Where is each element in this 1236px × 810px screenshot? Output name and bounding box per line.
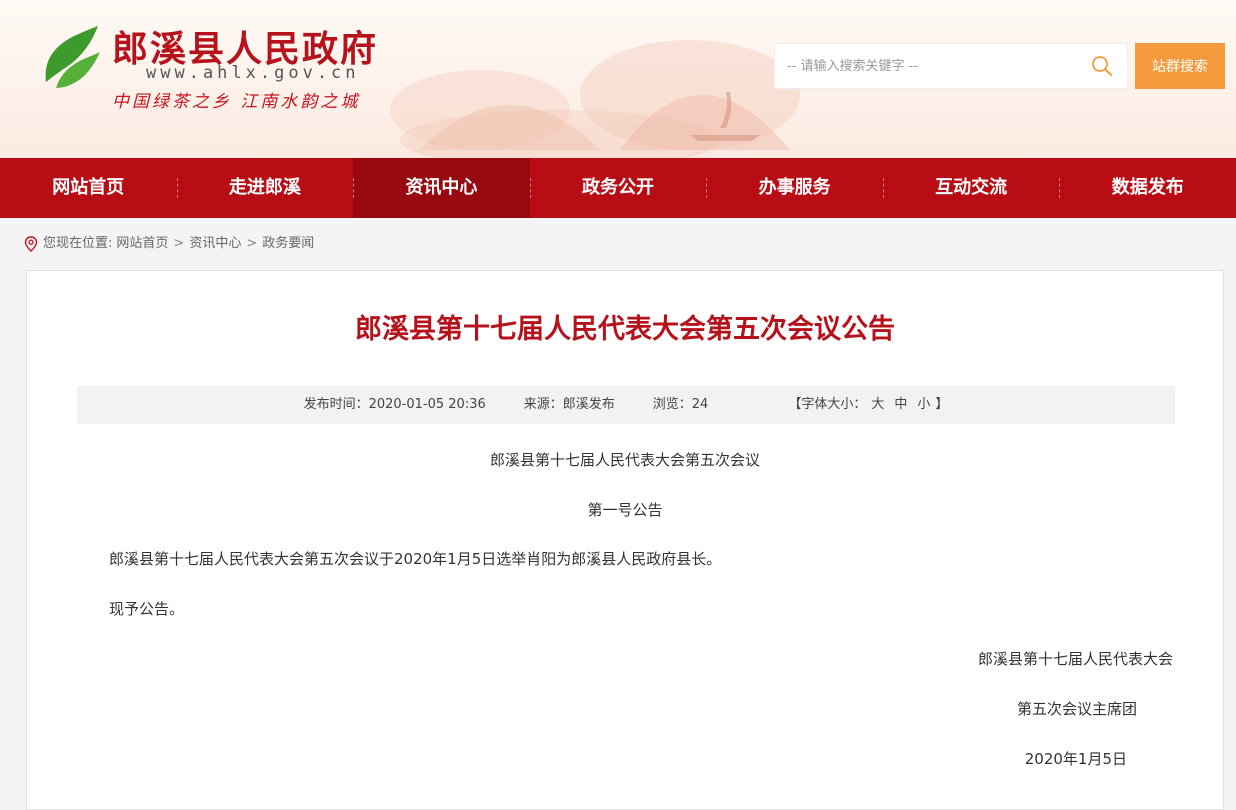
article-container: 郎溪县第十七届人民代表大会第五次会议公告 发布时间：2020-01-05 20:… <box>26 270 1224 810</box>
font-size-label: 【字体大小： <box>788 397 867 412</box>
body-paragraph: 现予公告。 <box>109 600 185 618</box>
breadcrumb-separator: > <box>246 236 258 251</box>
search-icon[interactable] <box>1091 55 1113 77</box>
body-heading-notice: 第一号公告 <box>587 501 663 519</box>
font-size-large[interactable]: 大 <box>871 397 884 412</box>
search-input[interactable] <box>775 44 1075 88</box>
site-header: 郎溪县人民政府 www.ahlx.gov.cn 中国绿茶之乡 江南水韵之城 站群… <box>0 0 1236 158</box>
nav-item-about[interactable]: 走进郎溪 <box>176 158 354 218</box>
font-size-label-close: 】 <box>935 397 949 412</box>
body-signature-congress: 郎溪县第十七届人民代表大会 <box>977 650 1173 668</box>
article-source: 来源：郎溪发布 <box>523 397 615 412</box>
nav-item-services[interactable]: 办事服务 <box>706 158 883 218</box>
breadcrumb-gov-news[interactable]: 政务要闻 <box>262 234 314 254</box>
nav-item-home[interactable]: 网站首页 <box>0 158 177 218</box>
breadcrumb-separator: > <box>173 236 185 251</box>
breadcrumb-home[interactable]: 网站首页 <box>116 234 168 254</box>
article-title: 郎溪县第十七届人民代表大会第五次会议公告 <box>355 314 895 345</box>
breadcrumb: 您现在位置: 网站首页 > 资讯中心 > 政务要闻 <box>24 234 314 254</box>
body-date: 2020年1月5日 <box>1024 750 1127 768</box>
body-heading-meeting: 郎溪县第十七届人民代表大会第五次会议 <box>489 451 760 469</box>
search-box <box>774 43 1128 89</box>
site-search-button[interactable]: 站群搜索 <box>1135 43 1225 89</box>
article-meta: 发布时间：2020-01-05 20:36 来源：郎溪发布 浏览：24 【字体大小： 大… <box>77 386 1175 424</box>
main-nav: 网站首页 走进郎溪 资讯中心 政务公开 办事服务 互动交流 数据发布 <box>0 158 1236 218</box>
body-signature-presidium: 第五次会议主席团 <box>1016 700 1137 718</box>
view-count: 浏览：24 <box>652 397 709 412</box>
font-size-small[interactable]: 小 <box>917 397 930 412</box>
publish-time: 发布时间：2020-01-05 20:36 <box>303 397 486 412</box>
font-size-medium[interactable]: 中 <box>894 397 907 412</box>
nav-item-interaction[interactable]: 互动交流 <box>882 158 1060 218</box>
site-slogan: 中国绿茶之乡 江南水韵之城 <box>112 92 361 112</box>
body-paragraph: 郎溪县第十七届人民代表大会第五次会议于2020年1月5日选举肖阳为郎溪县人民政府… <box>109 550 722 568</box>
government-logo-icon <box>39 26 100 97</box>
breadcrumb-news[interactable]: 资讯中心 <box>189 234 241 254</box>
nav-item-news[interactable]: 资讯中心 <box>353 158 530 218</box>
nav-item-data[interactable]: 数据发布 <box>1059 158 1236 218</box>
nav-item-gov-affairs[interactable]: 政务公开 <box>529 158 707 218</box>
breadcrumb-prefix: 您现在位置: <box>43 236 113 251</box>
site-url: www.ahlx.gov.cn <box>146 63 360 83</box>
location-pin-icon <box>24 236 38 252</box>
